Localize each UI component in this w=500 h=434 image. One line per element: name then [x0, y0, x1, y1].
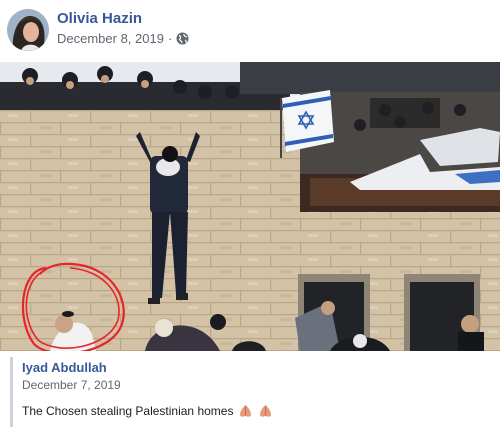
- meta-separator: ·: [167, 31, 173, 46]
- avatar[interactable]: [7, 9, 49, 51]
- shared-post-author[interactable]: Iyad Abdullah: [22, 360, 107, 375]
- praying-hands-icon: [238, 404, 253, 418]
- globe-icon[interactable]: [176, 32, 189, 45]
- profile-photo: [7, 9, 49, 51]
- post-timestamp[interactable]: December 8, 2019: [57, 31, 164, 46]
- shared-post[interactable]: Iyad Abdullah December 7, 2019 The Chose…: [10, 357, 493, 427]
- praying-hands-icon: [258, 404, 273, 418]
- shared-post-caption: The Chosen stealing Palestinian homes: [22, 404, 234, 418]
- post-header: Olivia Hazin December 8, 2019 ·: [0, 0, 500, 62]
- post-author-name[interactable]: Olivia Hazin: [57, 10, 142, 27]
- post-photo[interactable]: [0, 62, 500, 351]
- shared-post-text: The Chosen stealing Palestinian homes: [22, 404, 273, 418]
- post-meta: December 8, 2019 ·: [57, 31, 189, 46]
- shared-post-timestamp[interactable]: December 7, 2019: [22, 378, 121, 392]
